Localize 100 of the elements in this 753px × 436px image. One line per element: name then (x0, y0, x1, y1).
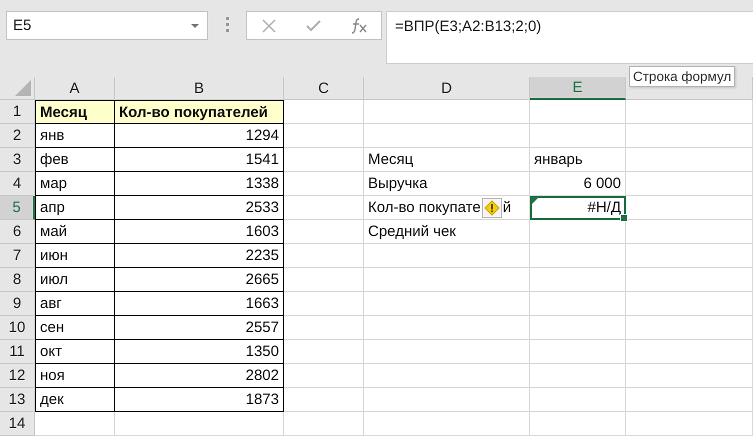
empty-cell[interactable] (626, 292, 753, 316)
empty-cell[interactable] (364, 100, 530, 124)
empty-cell[interactable] (364, 268, 530, 292)
empty-cell[interactable] (115, 412, 284, 436)
table-cell: Кол-во покупате (368, 199, 481, 216)
empty-cell[interactable] (284, 388, 364, 412)
table-cell: Месяц (368, 151, 414, 168)
table-cell: ноя (40, 367, 65, 384)
empty-cell[interactable] (284, 124, 364, 148)
warning-icon[interactable] (482, 198, 502, 218)
table-cell: фев (40, 151, 69, 168)
empty-cell[interactable] (626, 220, 753, 244)
table-cell: мар (40, 175, 67, 192)
row-header[interactable]: 10 (0, 316, 35, 340)
empty-cell[interactable] (530, 388, 626, 412)
empty-cell[interactable] (364, 388, 530, 412)
table-cell: 1294 (246, 127, 279, 144)
empty-cell[interactable] (626, 100, 753, 124)
row-header[interactable]: 3 (0, 148, 35, 172)
empty-cell[interactable] (530, 100, 626, 124)
table-cell: й (502, 199, 512, 216)
empty-cell[interactable] (284, 340, 364, 364)
dropdown-caret-icon (191, 24, 199, 28)
empty-cell[interactable] (364, 292, 530, 316)
table-cell: 2235 (246, 247, 279, 264)
empty-cell[interactable] (364, 124, 530, 148)
empty-cell[interactable] (364, 412, 530, 436)
empty-cell[interactable] (626, 364, 753, 388)
empty-cell[interactable] (626, 172, 753, 196)
empty-cell[interactable] (284, 412, 364, 436)
table-cell: Выручка (368, 175, 428, 192)
header-cell: Кол-во покупателей (119, 104, 268, 120)
empty-cell[interactable] (530, 268, 626, 292)
column-header[interactable]: D (364, 77, 530, 100)
empty-cell[interactable] (626, 268, 753, 292)
error-indicator-icon (532, 198, 538, 204)
column-header[interactable]: A (35, 77, 115, 100)
active-cell[interactable]: #Н/Д (530, 196, 626, 220)
name-box[interactable]: E5 (6, 11, 208, 40)
table-cell: июл (40, 271, 68, 288)
empty-cell[interactable] (284, 148, 364, 172)
table-cell: 1873 (246, 391, 279, 408)
select-all-icon[interactable] (15, 80, 31, 96)
empty-cell[interactable] (284, 364, 364, 388)
table-cell: янв (40, 127, 64, 144)
empty-cell[interactable] (626, 316, 753, 340)
empty-cell[interactable] (364, 364, 530, 388)
function-icon (350, 18, 368, 34)
error-value: #Н/Д (587, 199, 621, 216)
empty-cell[interactable] (626, 196, 753, 220)
row-header[interactable]: 11 (0, 340, 35, 364)
empty-cell[interactable] (284, 172, 364, 196)
row-header[interactable]: 4 (0, 172, 35, 196)
empty-cell[interactable] (626, 244, 753, 268)
table-cell: 1663 (246, 295, 279, 312)
empty-cell[interactable] (626, 412, 753, 436)
empty-cell[interactable] (530, 316, 626, 340)
empty-cell[interactable] (284, 244, 364, 268)
row-header[interactable]: 12 (0, 364, 35, 388)
row-header[interactable]: 8 (0, 268, 35, 292)
fill-handle[interactable] (620, 214, 628, 222)
row-header[interactable]: 7 (0, 244, 35, 268)
empty-cell[interactable] (626, 124, 753, 148)
column-header[interactable]: B (115, 77, 284, 100)
empty-cell[interactable] (364, 340, 530, 364)
row-header[interactable]: 2 (0, 124, 35, 148)
table-cell: 2533 (246, 199, 279, 216)
empty-cell[interactable] (530, 340, 626, 364)
row-header[interactable]: 9 (0, 292, 35, 316)
empty-cell[interactable] (530, 292, 626, 316)
empty-cell[interactable] (364, 316, 530, 340)
row-header[interactable]: 6 (0, 220, 35, 244)
column-header[interactable]: E (530, 77, 626, 100)
empty-cell[interactable] (284, 220, 364, 244)
empty-cell[interactable] (364, 244, 530, 268)
column-header[interactable]: C (284, 77, 364, 100)
empty-cell[interactable] (626, 340, 753, 364)
tooltip: Строка формул (629, 66, 736, 87)
row-header[interactable]: 14 (0, 412, 35, 436)
table-cell: 1603 (246, 223, 279, 240)
empty-cell[interactable] (530, 364, 626, 388)
empty-cell[interactable] (626, 388, 753, 412)
empty-cell[interactable] (530, 220, 626, 244)
row-header[interactable]: 5 (0, 196, 35, 220)
row-header[interactable]: 1 (0, 100, 35, 124)
table-cell: 2557 (246, 319, 279, 336)
empty-cell[interactable] (284, 268, 364, 292)
empty-cell[interactable] (626, 148, 753, 172)
table-cell: дек (40, 391, 64, 408)
empty-cell[interactable] (284, 292, 364, 316)
empty-cell[interactable] (284, 316, 364, 340)
table-cell: сен (40, 319, 64, 336)
row-header[interactable]: 13 (0, 388, 35, 412)
formula-bar[interactable]: =ВПР(E3;A2:B13;2;0) (386, 11, 753, 64)
empty-cell[interactable] (530, 124, 626, 148)
empty-cell[interactable] (530, 412, 626, 436)
empty-cell[interactable] (284, 196, 364, 220)
table-cell: апр (40, 199, 65, 216)
check-icon (306, 20, 322, 32)
empty-cell[interactable] (530, 244, 626, 268)
